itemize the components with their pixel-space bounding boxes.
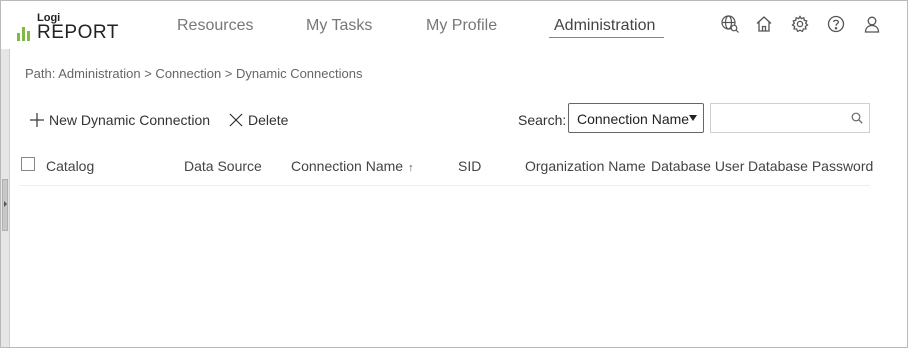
new-dynamic-connection-button[interactable]: New Dynamic Connection bbox=[30, 112, 210, 128]
search-field-select[interactable]: Connection Name bbox=[568, 103, 704, 133]
column-header-catalog[interactable]: Catalog bbox=[46, 158, 94, 174]
column-header-database-user[interactable]: Database User bbox=[651, 158, 744, 174]
gear-icon[interactable] bbox=[790, 14, 810, 34]
new-dynamic-connection-label: New Dynamic Connection bbox=[49, 112, 211, 128]
search-input[interactable] bbox=[715, 108, 849, 130]
globe-search-icon[interactable] bbox=[720, 14, 740, 34]
logo-bars-icon bbox=[17, 23, 33, 41]
table-header-row: Catalog Data Source Connection Name ↑ SID… bbox=[19, 151, 873, 186]
plus-icon bbox=[30, 113, 44, 127]
search-label: Search: bbox=[518, 112, 567, 128]
help-icon[interactable] bbox=[826, 14, 846, 34]
user-icon[interactable] bbox=[862, 14, 882, 34]
close-x-icon bbox=[229, 113, 243, 127]
dropdown-arrow-icon bbox=[689, 115, 697, 121]
column-header-database-password[interactable]: Database Password bbox=[748, 158, 873, 174]
home-icon[interactable] bbox=[754, 14, 774, 34]
column-header-sid[interactable]: SID bbox=[458, 158, 481, 174]
logo-text-big: REPORT bbox=[37, 22, 119, 43]
logi-report-logo[interactable]: Logi REPORT bbox=[17, 11, 119, 43]
column-header-organization-name[interactable]: Organization Name bbox=[525, 158, 646, 174]
search-icon[interactable] bbox=[851, 112, 863, 124]
nav-active-underline bbox=[549, 37, 664, 38]
delete-label: Delete bbox=[248, 112, 289, 128]
nav-administration[interactable]: Administration bbox=[554, 17, 655, 35]
delete-button[interactable]: Delete bbox=[229, 112, 288, 128]
search-input-box[interactable] bbox=[710, 103, 870, 133]
select-all-checkbox[interactable] bbox=[21, 157, 35, 171]
top-header: Logi REPORT Resources My Tasks My Profil… bbox=[1, 1, 907, 49]
column-header-data-source[interactable]: Data Source bbox=[184, 158, 262, 174]
left-panel-strip bbox=[1, 49, 10, 347]
expand-panel-handle[interactable] bbox=[2, 179, 8, 231]
sort-ascending-icon: ↑ bbox=[408, 162, 414, 174]
search-field-selected: Connection Name bbox=[577, 111, 690, 127]
nav-my-profile[interactable]: My Profile bbox=[426, 17, 497, 35]
breadcrumb: Path: Administration > Connection > Dyna… bbox=[25, 66, 363, 81]
column-header-connection-name[interactable]: Connection Name ↑ bbox=[291, 158, 414, 174]
app-window: Logi REPORT Resources My Tasks My Profil… bbox=[0, 0, 908, 348]
nav-resources[interactable]: Resources bbox=[177, 17, 253, 35]
column-header-connection-name-label: Connection Name bbox=[291, 158, 404, 174]
nav-my-tasks[interactable]: My Tasks bbox=[306, 17, 372, 35]
